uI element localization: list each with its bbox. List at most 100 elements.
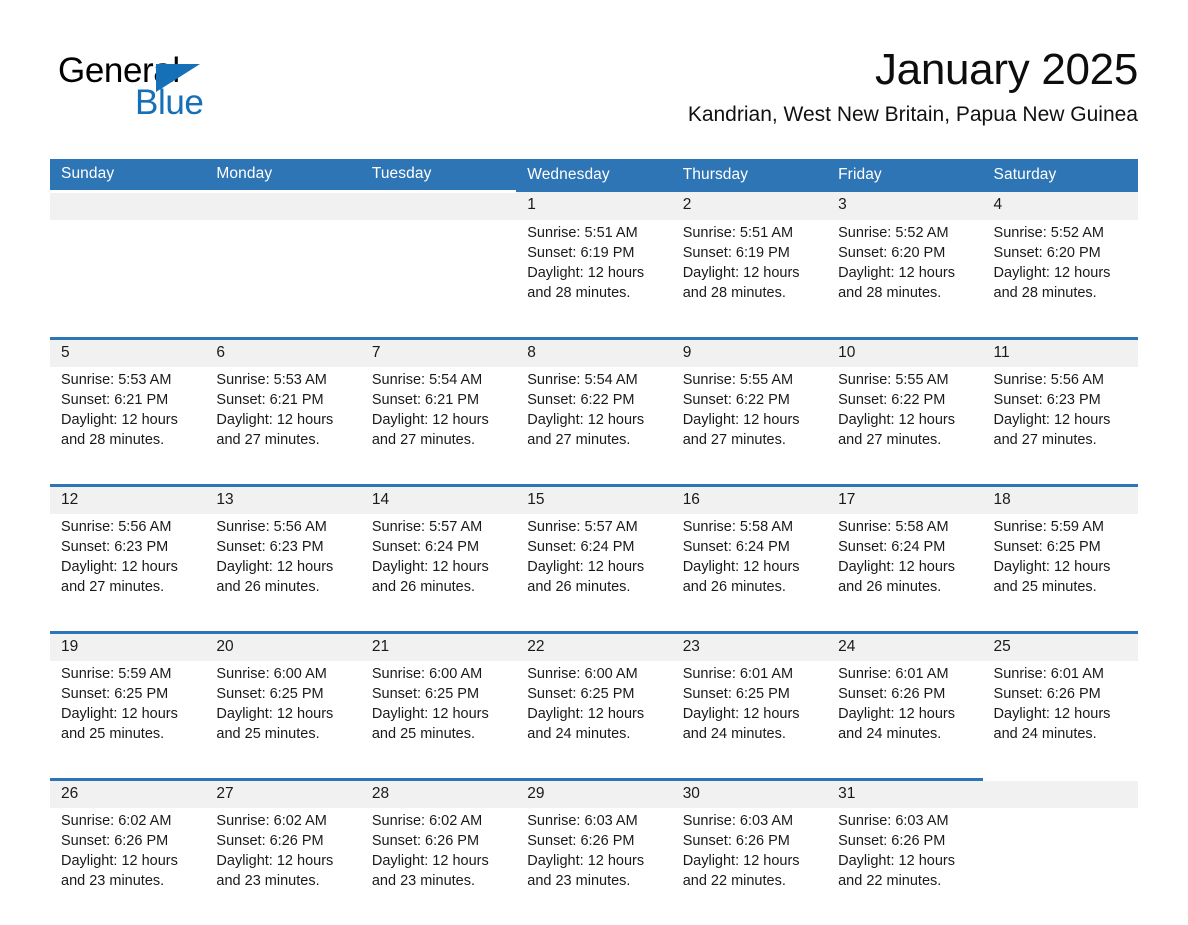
day-cell[interactable]: Sunrise: 5:56 AMSunset: 6:23 PMDaylight:… (50, 514, 205, 633)
day-cell[interactable]: Sunrise: 5:53 AMSunset: 6:21 PMDaylight:… (205, 367, 360, 486)
day-number[interactable]: 20 (205, 633, 360, 662)
day-number[interactable]: 26 (50, 780, 205, 809)
sunset-text: Sunset: 6:21 PM (61, 390, 197, 410)
day-cell[interactable]: Sunrise: 5:58 AMSunset: 6:24 PMDaylight:… (672, 514, 827, 633)
day-cell[interactable]: Sunrise: 5:58 AMSunset: 6:24 PMDaylight:… (827, 514, 982, 633)
day-cell[interactable]: Sunrise: 5:57 AMSunset: 6:24 PMDaylight:… (361, 514, 516, 633)
day-number[interactable]: 9 (672, 339, 827, 368)
sunset-text: Sunset: 6:21 PM (372, 390, 508, 410)
day-number[interactable]: 25 (983, 633, 1138, 662)
day-number[interactable]: 17 (827, 486, 982, 515)
day-cell-empty (205, 220, 360, 339)
daylight-text-cont: and 23 minutes. (216, 871, 352, 891)
day-cell[interactable]: Sunrise: 5:56 AMSunset: 6:23 PMDaylight:… (205, 514, 360, 633)
day-number[interactable]: 1 (516, 192, 671, 221)
week-detail-row: Sunrise: 5:51 AMSunset: 6:19 PMDaylight:… (50, 220, 1138, 339)
weekday-header-friday: Friday (827, 159, 982, 192)
day-number[interactable]: 28 (361, 780, 516, 809)
day-number[interactable]: 13 (205, 486, 360, 515)
sunrise-text: Sunrise: 6:03 AM (838, 811, 974, 831)
day-number[interactable]: 16 (672, 486, 827, 515)
calendar-grid: Sunday Monday Tuesday Wednesday Thursday… (50, 159, 1138, 925)
day-cell[interactable]: Sunrise: 6:03 AMSunset: 6:26 PMDaylight:… (827, 808, 982, 925)
day-number[interactable]: 31 (827, 780, 982, 809)
daylight-text: Daylight: 12 hours (61, 410, 197, 430)
day-cell[interactable]: Sunrise: 5:51 AMSunset: 6:19 PMDaylight:… (672, 220, 827, 339)
day-number[interactable]: 7 (361, 339, 516, 368)
day-cell[interactable]: Sunrise: 6:02 AMSunset: 6:26 PMDaylight:… (205, 808, 360, 925)
weekday-header-row: Sunday Monday Tuesday Wednesday Thursday… (50, 159, 1138, 192)
day-cell[interactable]: Sunrise: 6:02 AMSunset: 6:26 PMDaylight:… (361, 808, 516, 925)
day-cell[interactable]: Sunrise: 5:55 AMSunset: 6:22 PMDaylight:… (672, 367, 827, 486)
day-cell[interactable]: Sunrise: 6:03 AMSunset: 6:26 PMDaylight:… (516, 808, 671, 925)
day-number[interactable]: 27 (205, 780, 360, 809)
day-number[interactable]: 6 (205, 339, 360, 368)
day-number[interactable]: 23 (672, 633, 827, 662)
daylight-text-cont: and 22 minutes. (683, 871, 819, 891)
sunset-text: Sunset: 6:26 PM (838, 684, 974, 704)
daylight-text: Daylight: 12 hours (216, 410, 352, 430)
sunset-text: Sunset: 6:19 PM (683, 243, 819, 263)
day-cell[interactable]: Sunrise: 6:00 AMSunset: 6:25 PMDaylight:… (516, 661, 671, 780)
daylight-text-cont: and 26 minutes. (683, 577, 819, 597)
sunrise-text: Sunrise: 5:58 AM (683, 517, 819, 537)
daylight-text: Daylight: 12 hours (527, 704, 663, 724)
day-number[interactable]: 19 (50, 633, 205, 662)
day-cell[interactable]: Sunrise: 6:01 AMSunset: 6:26 PMDaylight:… (827, 661, 982, 780)
day-number[interactable]: 11 (983, 339, 1138, 368)
day-number[interactable]: 8 (516, 339, 671, 368)
day-number[interactable]: 14 (361, 486, 516, 515)
day-cell[interactable]: Sunrise: 6:01 AMSunset: 6:25 PMDaylight:… (672, 661, 827, 780)
generalblue-logo[interactable]: General Blue (58, 52, 318, 128)
day-number[interactable]: 10 (827, 339, 982, 368)
day-cell[interactable]: Sunrise: 5:59 AMSunset: 6:25 PMDaylight:… (983, 514, 1138, 633)
weekday-header-saturday: Saturday (983, 159, 1138, 192)
day-cell[interactable]: Sunrise: 6:01 AMSunset: 6:26 PMDaylight:… (983, 661, 1138, 780)
day-cell[interactable]: Sunrise: 5:54 AMSunset: 6:21 PMDaylight:… (361, 367, 516, 486)
day-cell[interactable]: Sunrise: 5:54 AMSunset: 6:22 PMDaylight:… (516, 367, 671, 486)
day-number[interactable]: 3 (827, 192, 982, 221)
day-number[interactable]: 21 (361, 633, 516, 662)
day-number[interactable]: 15 (516, 486, 671, 515)
daylight-text-cont: and 25 minutes. (372, 724, 508, 744)
day-cell[interactable]: Sunrise: 5:57 AMSunset: 6:24 PMDaylight:… (516, 514, 671, 633)
sunset-text: Sunset: 6:26 PM (216, 831, 352, 851)
weekday-header-thursday: Thursday (672, 159, 827, 192)
day-cell[interactable]: Sunrise: 5:56 AMSunset: 6:23 PMDaylight:… (983, 367, 1138, 486)
day-number[interactable]: 24 (827, 633, 982, 662)
title-block: January 2025 Kandrian, West New Britain,… (688, 44, 1138, 130)
day-cell[interactable]: Sunrise: 5:59 AMSunset: 6:25 PMDaylight:… (50, 661, 205, 780)
week-number-row: 1234 (50, 192, 1138, 221)
day-cell[interactable]: Sunrise: 6:00 AMSunset: 6:25 PMDaylight:… (205, 661, 360, 780)
daylight-text: Daylight: 12 hours (994, 557, 1130, 577)
day-cell[interactable]: Sunrise: 5:51 AMSunset: 6:19 PMDaylight:… (516, 220, 671, 339)
day-number[interactable]: 18 (983, 486, 1138, 515)
day-number[interactable]: 12 (50, 486, 205, 515)
sunset-text: Sunset: 6:19 PM (527, 243, 663, 263)
day-number[interactable]: 22 (516, 633, 671, 662)
sunset-text: Sunset: 6:24 PM (838, 537, 974, 557)
sunrise-text: Sunrise: 6:01 AM (683, 664, 819, 684)
day-cell[interactable]: Sunrise: 5:52 AMSunset: 6:20 PMDaylight:… (983, 220, 1138, 339)
daylight-text-cont: and 26 minutes. (838, 577, 974, 597)
day-number[interactable]: 29 (516, 780, 671, 809)
day-cell[interactable]: Sunrise: 5:53 AMSunset: 6:21 PMDaylight:… (50, 367, 205, 486)
sunset-text: Sunset: 6:22 PM (683, 390, 819, 410)
day-cell[interactable]: Sunrise: 5:52 AMSunset: 6:20 PMDaylight:… (827, 220, 982, 339)
day-number[interactable]: 4 (983, 192, 1138, 221)
day-number[interactable]: 2 (672, 192, 827, 221)
day-cell-empty (50, 220, 205, 339)
daylight-text: Daylight: 12 hours (683, 557, 819, 577)
day-cell[interactable]: Sunrise: 6:02 AMSunset: 6:26 PMDaylight:… (50, 808, 205, 925)
day-cell[interactable]: Sunrise: 5:55 AMSunset: 6:22 PMDaylight:… (827, 367, 982, 486)
daylight-text: Daylight: 12 hours (61, 851, 197, 871)
day-cell[interactable]: Sunrise: 6:03 AMSunset: 6:26 PMDaylight:… (672, 808, 827, 925)
daylight-text-cont: and 23 minutes. (61, 871, 197, 891)
sunrise-text: Sunrise: 5:57 AM (527, 517, 663, 537)
day-number[interactable]: 30 (672, 780, 827, 809)
daylight-text-cont: and 24 minutes. (994, 724, 1130, 744)
sunrise-text: Sunrise: 5:51 AM (683, 223, 819, 243)
day-cell[interactable]: Sunrise: 6:00 AMSunset: 6:25 PMDaylight:… (361, 661, 516, 780)
daylight-text-cont: and 28 minutes. (527, 283, 663, 303)
day-number[interactable]: 5 (50, 339, 205, 368)
